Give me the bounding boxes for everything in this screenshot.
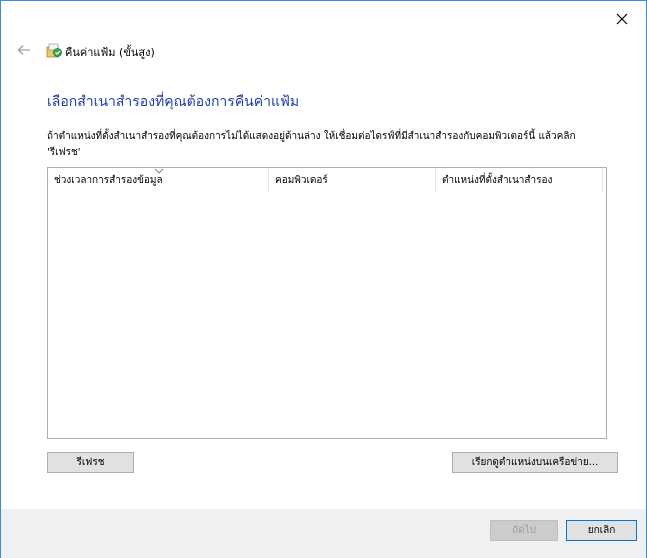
column-header-backup-period[interactable]: ช่วงเวลาการสำรองข้อมูล: [48, 168, 269, 192]
cancel-button[interactable]: ยกเลิก: [566, 520, 637, 541]
column-label: คอมพิวเตอร์: [275, 175, 328, 186]
column-label: ตำแหน่งที่ตั้งสำเนาสำรอง: [442, 175, 553, 186]
restore-files-dialog: คืนค่าแฟ้ม (ขั้นสูง) เลือกสำเนาสำรองที่ค…: [0, 0, 647, 558]
next-button[interactable]: ถัดไป: [490, 520, 558, 541]
close-icon: [616, 13, 628, 25]
browse-network-button[interactable]: เรียกดูตำแหน่งบนเครือข่าย...: [452, 452, 618, 473]
close-button[interactable]: [607, 7, 637, 31]
column-label: ช่วงเวลาการสำรองข้อมูล: [54, 175, 163, 186]
instructions-text: ถ้าตำแหน่งที่ตั้งสำเนาสำรองที่คุณต้องการ…: [47, 131, 576, 158]
column-header-backup-location[interactable]: ตำแหน่งที่ตั้งสำเนาสำรอง: [436, 168, 603, 192]
back-button[interactable]: [13, 41, 35, 59]
restore-files-icon: [45, 41, 63, 59]
column-header-computer[interactable]: คอมพิวเตอร์: [269, 168, 436, 192]
back-arrow-icon: [17, 45, 30, 55]
list-header: ช่วงเวลาการสำรองข้อมูล คอมพิวเตอร์ ตำแหน…: [48, 168, 606, 192]
backup-list[interactable]: ช่วงเวลาการสำรองข้อมูล คอมพิวเตอร์ ตำแหน…: [47, 167, 607, 439]
page-heading: เลือกสำเนาสำรองที่คุณต้องการคืนค่าแฟ้ม: [47, 94, 300, 110]
refresh-button[interactable]: รีเฟรช: [47, 452, 134, 473]
window-title: คืนค่าแฟ้ม (ขั้นสูง): [65, 46, 155, 59]
sort-indicator-icon: [154, 168, 164, 174]
